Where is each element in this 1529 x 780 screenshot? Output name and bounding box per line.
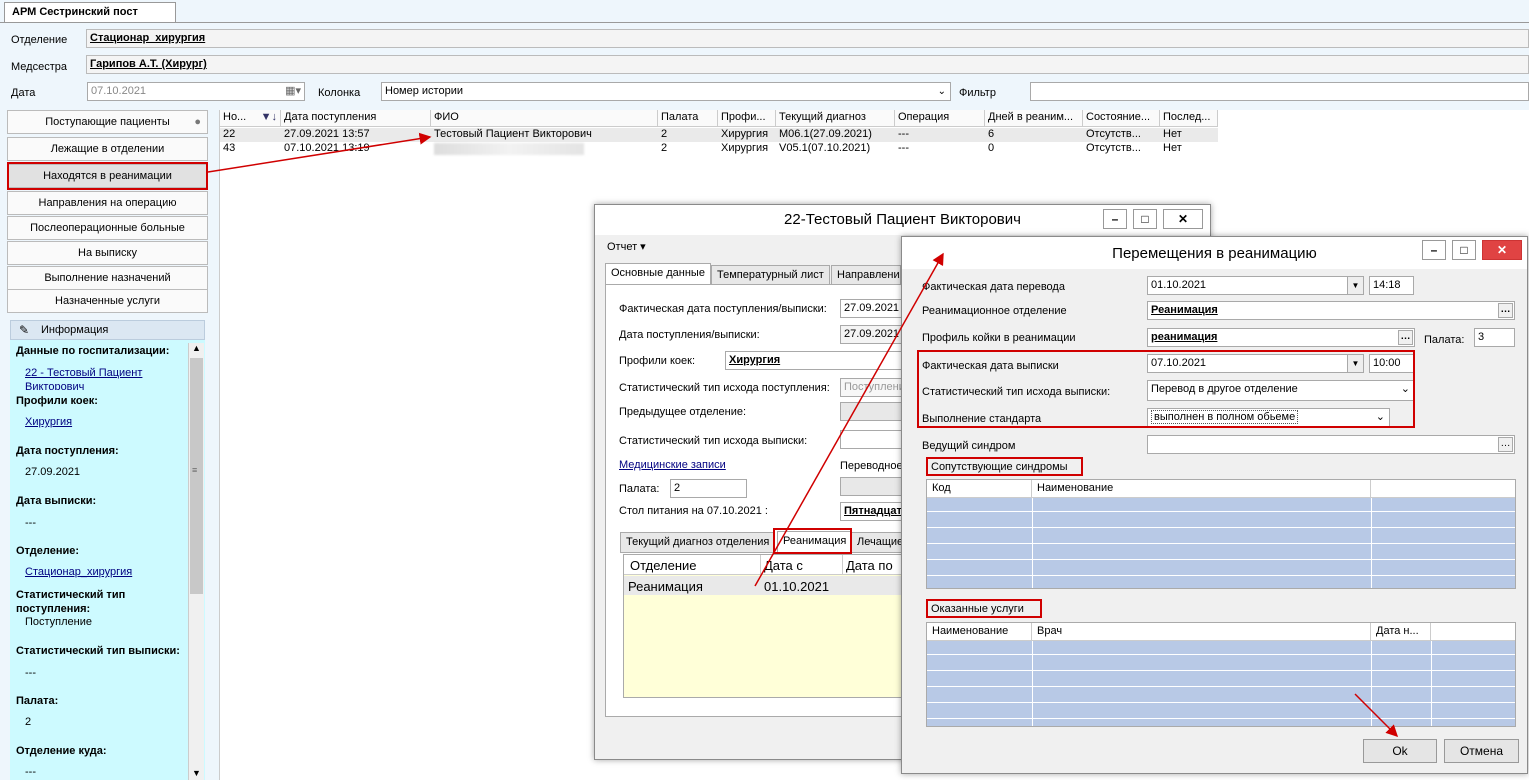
annotation-arrows <box>207 132 1399 738</box>
arrow-to-transfer-window <box>754 252 944 587</box>
arrow-to-patient-row <box>207 132 432 173</box>
arrow-to-ok <box>1354 693 1399 738</box>
